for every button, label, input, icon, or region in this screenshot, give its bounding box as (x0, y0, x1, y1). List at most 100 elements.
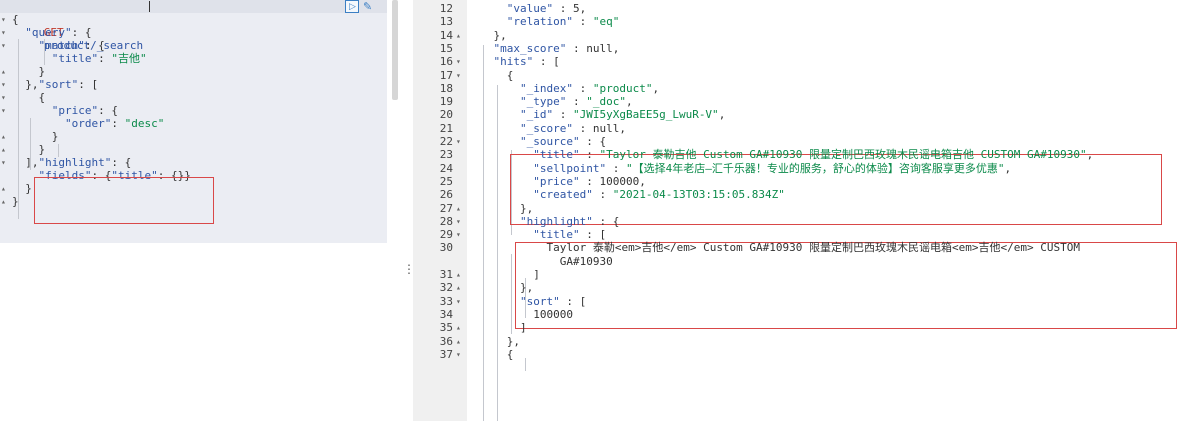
fold-expand-icon[interactable]: ▾ (1, 156, 6, 169)
fold-expand-icon[interactable]: ▾ (456, 348, 461, 361)
indent-guide (525, 358, 526, 371)
json-colon: : (559, 294, 573, 308)
line-number: 31 (439, 268, 453, 281)
json-punct: { (78, 26, 92, 39)
code-line[interactable]: ▾ },"sort": [ (0, 78, 387, 91)
json-punct: ] (467, 268, 540, 281)
line-number: 26 (439, 188, 453, 202)
response-viewer[interactable]: "value" : 5, "relation" : "eq" }, "max_s… (467, 0, 1182, 421)
request-editor[interactable]: GET product/_search ▾{▾ "query": {▾ "mat… (0, 0, 387, 243)
request-scrollbar[interactable] (392, 0, 398, 100)
json-key: "_score" (519, 121, 573, 135)
json-colon: : (111, 156, 118, 169)
fold-collapse-icon[interactable]: ▴ (456, 321, 461, 334)
fold-collapse-icon[interactable]: ▴ (1, 130, 6, 143)
wrench-icon[interactable]: ✎ (363, 0, 372, 13)
code-line[interactable]: ▾ { (0, 91, 387, 104)
response-line: "created" : "2021-04-13T03:15:05.834Z" (467, 188, 785, 201)
json-punct: , (1086, 148, 1094, 162)
fold-expand-icon[interactable]: ▾ (456, 135, 461, 148)
code-line[interactable]: ▾{ (0, 13, 387, 26)
json-punct (606, 188, 613, 201)
json-punct: ], (12, 156, 39, 169)
fold-expand-icon[interactable]: ▾ (1, 104, 6, 117)
code-line[interactable]: ▴ } (0, 65, 387, 78)
fold-expand-icon[interactable]: ▾ (456, 69, 461, 82)
code-line[interactable]: ▾ "price": { (0, 104, 387, 117)
json-punct (467, 175, 533, 188)
line-number: 25 (439, 174, 453, 188)
json-punct: }, (12, 78, 39, 91)
code-text: "query": { (12, 26, 91, 39)
fold-collapse-icon[interactable]: ▴ (456, 202, 461, 215)
line-number: 24 (439, 161, 453, 175)
json-string: "【选择4年老店—汇千乐器！专业的服务，舒心的体验】咨询客服享更多优惠" (625, 161, 1005, 175)
response-line: "_id" : "JWI5yXgBaEE5g_LwuR-V", (467, 108, 725, 121)
json-colon: : (78, 78, 85, 91)
fold-expand-icon[interactable]: ▾ (456, 55, 461, 68)
code-line[interactable]: "title": "吉他" (0, 52, 387, 65)
fold-expand-icon[interactable]: ▾ (456, 215, 461, 228)
drag-handle-icon[interactable]: ⋮ (403, 262, 415, 276)
json-colon: : (572, 121, 587, 135)
json-key: "_source" (519, 135, 580, 148)
json-punct (566, 108, 573, 121)
code-line[interactable]: ▾ ],"highlight": { (0, 156, 387, 169)
fold-collapse-icon[interactable]: ▴ (456, 268, 461, 281)
json-key: "_id" (519, 108, 554, 122)
fold-collapse-icon[interactable]: ▴ (456, 335, 461, 348)
json-punct: } (12, 182, 32, 195)
response-line: { (467, 69, 514, 82)
request-line[interactable]: GET product/_search (0, 0, 387, 52)
json-punct (586, 15, 593, 28)
code-line[interactable]: ▴ } (0, 130, 387, 143)
fold-expand-icon[interactable]: ▾ (1, 91, 6, 104)
code-line[interactable]: ▾ "match": { (0, 39, 387, 52)
indent-guide (18, 39, 19, 219)
indent-guide (58, 144, 59, 157)
json-punct: , (718, 108, 726, 122)
json-key: "title" (533, 228, 580, 242)
json-punct: [ (546, 55, 560, 69)
json-colon: : (592, 188, 607, 202)
json-colon: : (98, 104, 105, 117)
json-punct: [ (572, 294, 587, 308)
code-line[interactable]: "order": "desc" (0, 117, 387, 130)
code-text: } (12, 143, 45, 156)
code-line[interactable]: ▾ "query": { (0, 26, 387, 39)
code-text: { (12, 91, 45, 104)
response-line: 100000 (467, 308, 573, 321)
json-string: "吉他" (111, 52, 147, 65)
response-line: "_type" : "_doc", (467, 95, 633, 108)
fold-expand-icon[interactable]: ▾ (456, 228, 461, 241)
fold-expand-icon[interactable]: ▾ (1, 39, 6, 52)
json-colon: : (533, 55, 547, 69)
json-key: "_index" (519, 81, 573, 95)
json-punct: { (592, 135, 607, 148)
json-key: "highlight" (519, 214, 593, 228)
response-line: { (467, 348, 514, 361)
fold-expand-icon[interactable]: ▾ (456, 295, 461, 308)
code-text: } (12, 182, 32, 195)
json-key: "sort" (519, 294, 560, 308)
response-line: ] (467, 268, 540, 281)
json-punct: 100000 (467, 307, 573, 321)
json-punct (467, 228, 533, 241)
play-button[interactable]: ▷ (345, 0, 359, 13)
text-cursor (149, 1, 150, 12)
fold-expand-icon[interactable]: ▾ (1, 26, 6, 39)
response-line: "_score" : null, (467, 122, 626, 135)
json-colon: : (606, 161, 620, 175)
json-punct: { (117, 156, 132, 169)
fold-expand-icon[interactable]: ▾ (1, 13, 6, 26)
json-key: "sellpoint" (533, 161, 607, 175)
fold-collapse-icon[interactable]: ▴ (1, 65, 6, 78)
fold-collapse-icon[interactable]: ▴ (456, 281, 461, 294)
fold-expand-icon[interactable]: ▾ (1, 78, 6, 91)
fold-collapse-icon[interactable]: ▴ (1, 195, 6, 208)
fold-collapse-icon[interactable]: ▴ (456, 29, 461, 42)
json-punct: 100000, (592, 174, 646, 188)
fold-collapse-icon[interactable]: ▴ (1, 143, 6, 156)
json-punct: 5, (566, 2, 587, 15)
fold-collapse-icon[interactable]: ▴ (1, 182, 6, 195)
